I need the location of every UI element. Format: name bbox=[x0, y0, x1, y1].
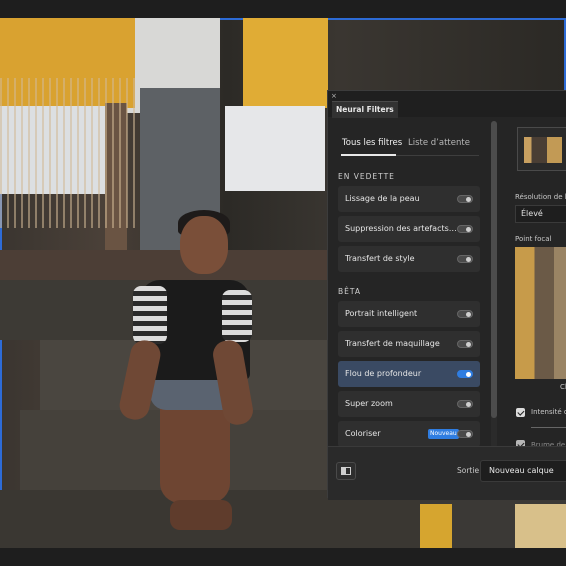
woman-feet bbox=[170, 500, 232, 530]
resolution-select[interactable]: Élevé bbox=[515, 205, 566, 223]
filter-tabs: Tous les filtres Liste d’attente bbox=[342, 137, 482, 151]
brick-wall bbox=[0, 250, 330, 280]
filter-item-makeup-transfer[interactable]: Transfert de maquillage bbox=[338, 331, 480, 357]
tab-waitlist[interactable]: Liste d’attente bbox=[408, 137, 470, 149]
toggle-knob bbox=[466, 312, 471, 317]
woman-left-sleeve bbox=[133, 286, 167, 344]
filter-item-style-transfer[interactable]: Transfert de style bbox=[338, 246, 480, 272]
filter-toggle[interactable] bbox=[457, 310, 473, 318]
active-tab-indicator bbox=[341, 154, 396, 156]
woman-face bbox=[180, 216, 228, 274]
intensity-label: Intensité du bbox=[531, 408, 566, 416]
new-badge: Nouveau bbox=[428, 429, 459, 439]
scroll-thumb[interactable] bbox=[491, 121, 497, 418]
filter-item-label: Transfert de maquillage bbox=[345, 339, 440, 348]
panel-footer: Sortie Nouveau calque bbox=[328, 446, 566, 500]
panel-title-tab[interactable]: Neural Filters bbox=[332, 101, 398, 118]
preview-thumbnail-image bbox=[524, 137, 562, 163]
app-bottom-bar bbox=[0, 548, 566, 566]
panel-title-bar: × Neural Filters bbox=[328, 91, 566, 118]
output-select[interactable]: Nouveau calque bbox=[480, 460, 566, 482]
filter-item-jpeg-artifacts-removal[interactable]: Suppression des artefacts… bbox=[338, 216, 480, 242]
filter-toggle[interactable] bbox=[457, 370, 473, 378]
palm-tassels bbox=[0, 78, 135, 228]
toggle-knob bbox=[466, 402, 471, 407]
toggle-knob bbox=[466, 432, 471, 437]
filter-toggle[interactable] bbox=[457, 430, 473, 438]
filter-item-skin-smoothing[interactable]: Lissage de la peau bbox=[338, 186, 480, 212]
toggle-knob bbox=[466, 227, 471, 232]
filter-toggle[interactable] bbox=[457, 340, 473, 348]
filter-item-depth-blur[interactable]: Flou de profondeur bbox=[338, 361, 480, 387]
section-beta-title: BÊTA bbox=[338, 287, 362, 296]
output-label: Sortie bbox=[457, 466, 480, 475]
tab-all-filters[interactable]: Tous les filtres bbox=[342, 137, 402, 149]
filter-item-smart-portrait[interactable]: Portrait intelligent bbox=[338, 301, 480, 327]
toggle-knob bbox=[466, 197, 471, 202]
filter-item-super-zoom[interactable]: Super zoom bbox=[338, 391, 480, 417]
focal-caption: Cl bbox=[560, 383, 566, 391]
yellow-cloth-center bbox=[243, 18, 328, 108]
focal-point-label: Point focal bbox=[515, 235, 552, 243]
filter-item-label: Super zoom bbox=[345, 399, 393, 408]
filter-settings-column: Résolution de la c Élevé Point focal Cl … bbox=[504, 119, 566, 449]
compare-view-button[interactable] bbox=[336, 462, 356, 480]
filter-toggle[interactable] bbox=[457, 255, 473, 263]
filter-item-label: Suppression des artefacts… bbox=[345, 224, 457, 233]
woman-right-sleeve bbox=[222, 290, 252, 342]
filter-toggle[interactable] bbox=[457, 400, 473, 408]
filter-toggle[interactable] bbox=[457, 195, 473, 203]
app-top-bar bbox=[0, 0, 566, 18]
neural-filters-panel: × Neural Filters Tous les filtres Liste … bbox=[327, 90, 566, 500]
filter-item-colorize[interactable]: Coloriser Nouveau bbox=[338, 421, 480, 447]
yellow-offering-bottom bbox=[420, 504, 452, 548]
toggle-knob bbox=[466, 342, 471, 347]
toggle-knob bbox=[466, 372, 471, 377]
filter-item-label: Lissage de la peau bbox=[345, 194, 420, 203]
section-featured-title: EN VEDETTE bbox=[338, 172, 395, 181]
filter-list-scrollbar[interactable] bbox=[491, 121, 497, 448]
resolution-label: Résolution de la c bbox=[515, 193, 566, 201]
offering-bottom-right bbox=[515, 504, 566, 548]
intensity-slider[interactable] bbox=[531, 427, 566, 428]
white-cloth-center bbox=[225, 106, 325, 191]
toggle-knob bbox=[466, 257, 471, 262]
close-icon[interactable]: × bbox=[331, 92, 337, 100]
filter-item-label: Coloriser bbox=[345, 429, 381, 438]
split-view-icon bbox=[341, 467, 351, 475]
filter-item-label: Transfert de style bbox=[345, 254, 415, 263]
intensity-checkbox[interactable] bbox=[516, 408, 525, 417]
filter-item-label: Portrait intelligent bbox=[345, 309, 418, 318]
filter-toggle[interactable] bbox=[457, 225, 473, 233]
preview-thumbnail[interactable] bbox=[517, 127, 566, 171]
focal-point-preview[interactable] bbox=[515, 247, 566, 379]
filter-item-label: Flou de profondeur bbox=[345, 369, 422, 378]
